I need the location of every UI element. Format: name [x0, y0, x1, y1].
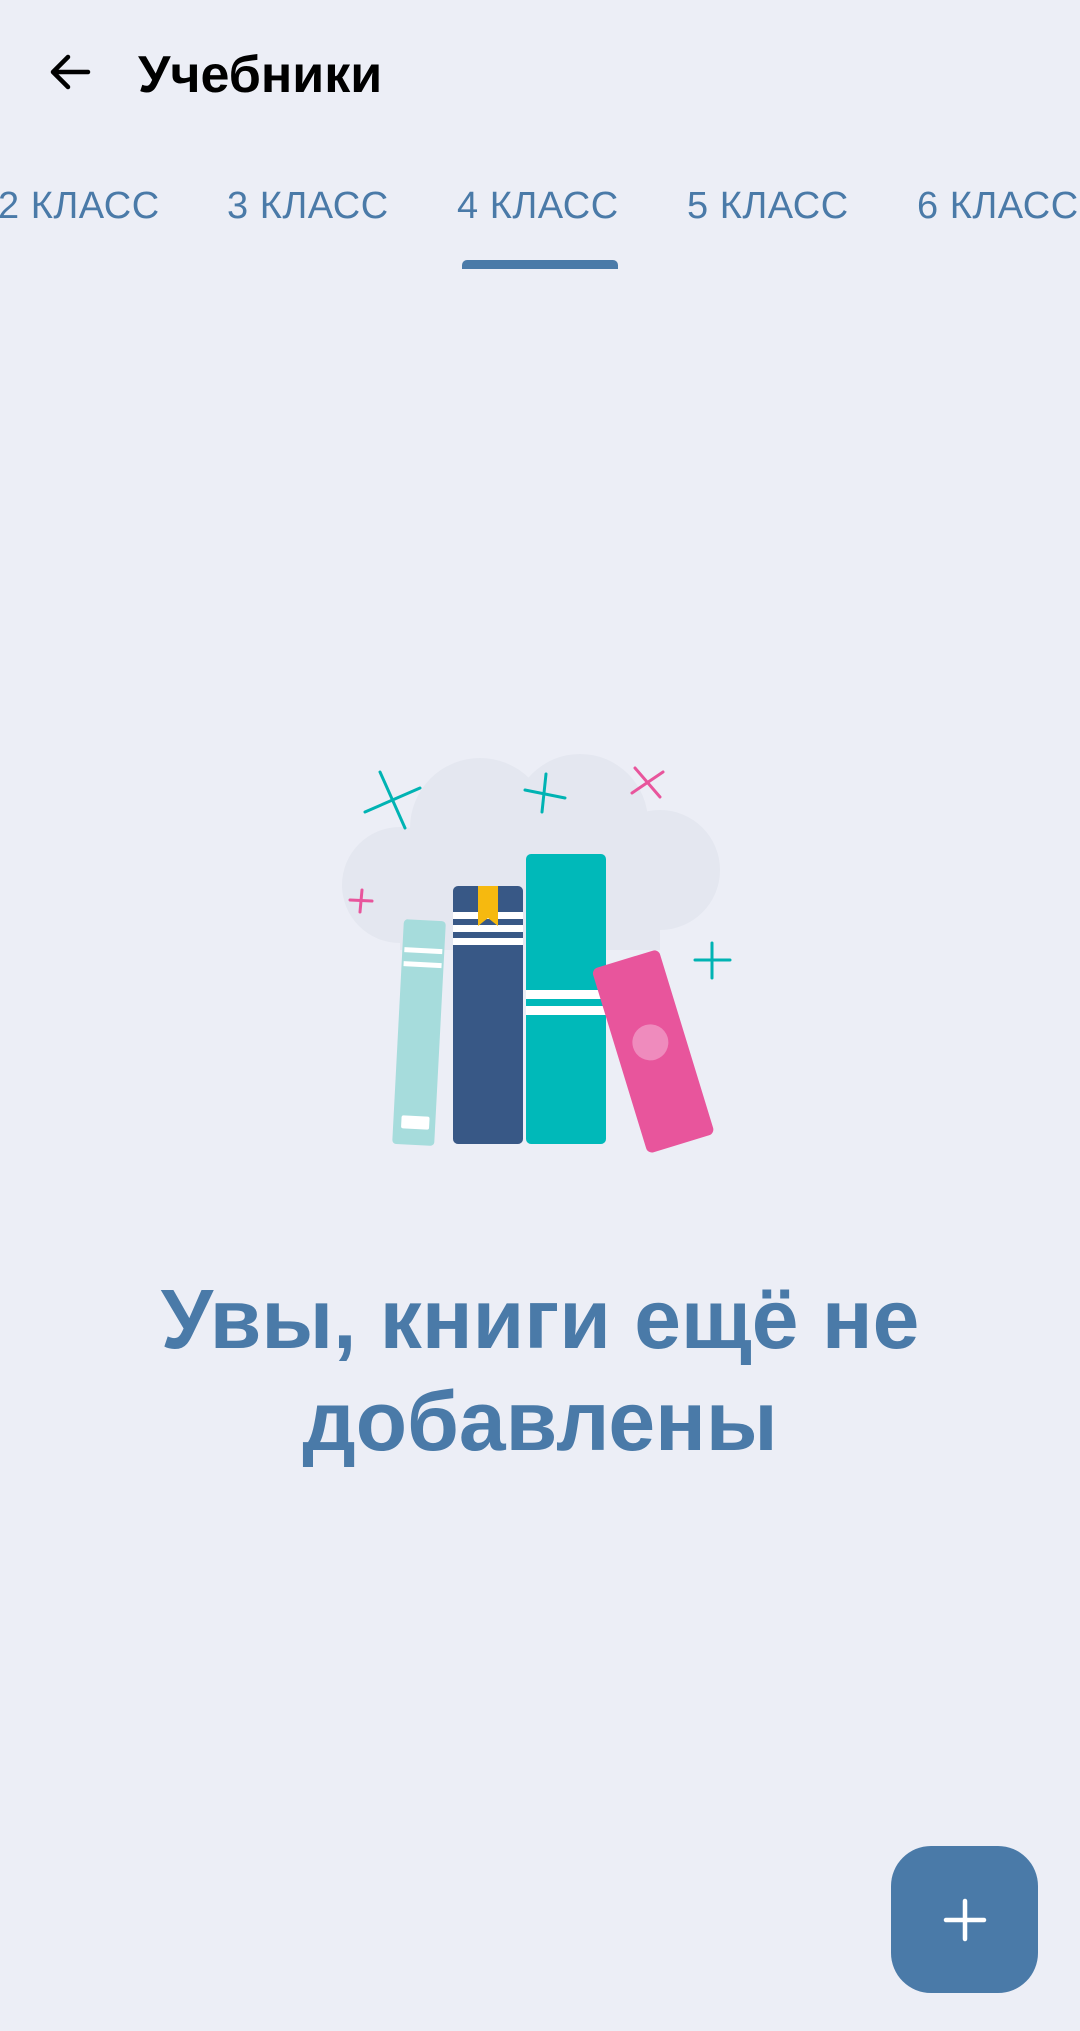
- app-bar: Учебники: [0, 0, 1080, 150]
- back-button[interactable]: [30, 32, 110, 112]
- screen: Учебники 2 КЛАСС 3 КЛАСС 4 КЛАСС 5 КЛАСС…: [0, 0, 1080, 2031]
- tab-grade-5[interactable]: 5 КЛАСС: [687, 160, 849, 270]
- empty-state-message: Увы, книги ещё не добавлены: [160, 1272, 920, 1468]
- tab-grade-4[interactable]: 4 КЛАСС: [457, 160, 619, 270]
- arrow-left-icon: [50, 54, 91, 90]
- active-tab-indicator: [462, 260, 618, 269]
- plus-icon: [943, 1898, 986, 1941]
- tab-grade-6[interactable]: 6 КЛАСС: [917, 160, 1079, 270]
- page-title: Учебники: [138, 46, 383, 104]
- tab-grade-2[interactable]: 2 КЛАСС: [0, 160, 160, 270]
- add-book-button[interactable]: [891, 1846, 1038, 1993]
- tab-grade-3[interactable]: 3 КЛАСС: [227, 160, 389, 270]
- grade-tabs: 2 КЛАСС 3 КЛАСС 4 КЛАСС 5 КЛАСС 6 КЛАСС: [0, 160, 1080, 270]
- books-illustration: [330, 750, 750, 1160]
